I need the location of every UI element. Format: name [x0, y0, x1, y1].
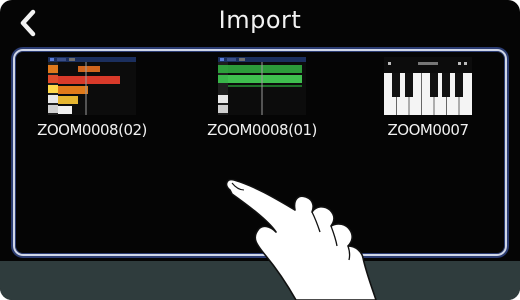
file-item[interactable]: ZOOM0008(01) [187, 57, 337, 147]
device-screen: Import ZOOM0008(02) ZOOM0008(01) ZOOM000… [0, 0, 520, 300]
page-title: Import [218, 6, 302, 34]
project-thumbnail [218, 57, 306, 115]
file-name: ZOOM0007 [387, 121, 469, 139]
header: Import [0, 0, 520, 44]
file-name: ZOOM0008(02) [37, 121, 147, 139]
bottom-bar [0, 261, 520, 300]
piano-keyboard-thumbnail [384, 57, 472, 115]
file-item[interactable]: ZOOM0007 [353, 57, 503, 147]
file-item[interactable]: ZOOM0008(02) [17, 57, 167, 147]
file-grid[interactable]: ZOOM0008(02) ZOOM0008(01) ZOOM0007 [13, 49, 507, 256]
file-name: ZOOM0008(01) [207, 121, 317, 139]
project-thumbnail [48, 57, 136, 115]
